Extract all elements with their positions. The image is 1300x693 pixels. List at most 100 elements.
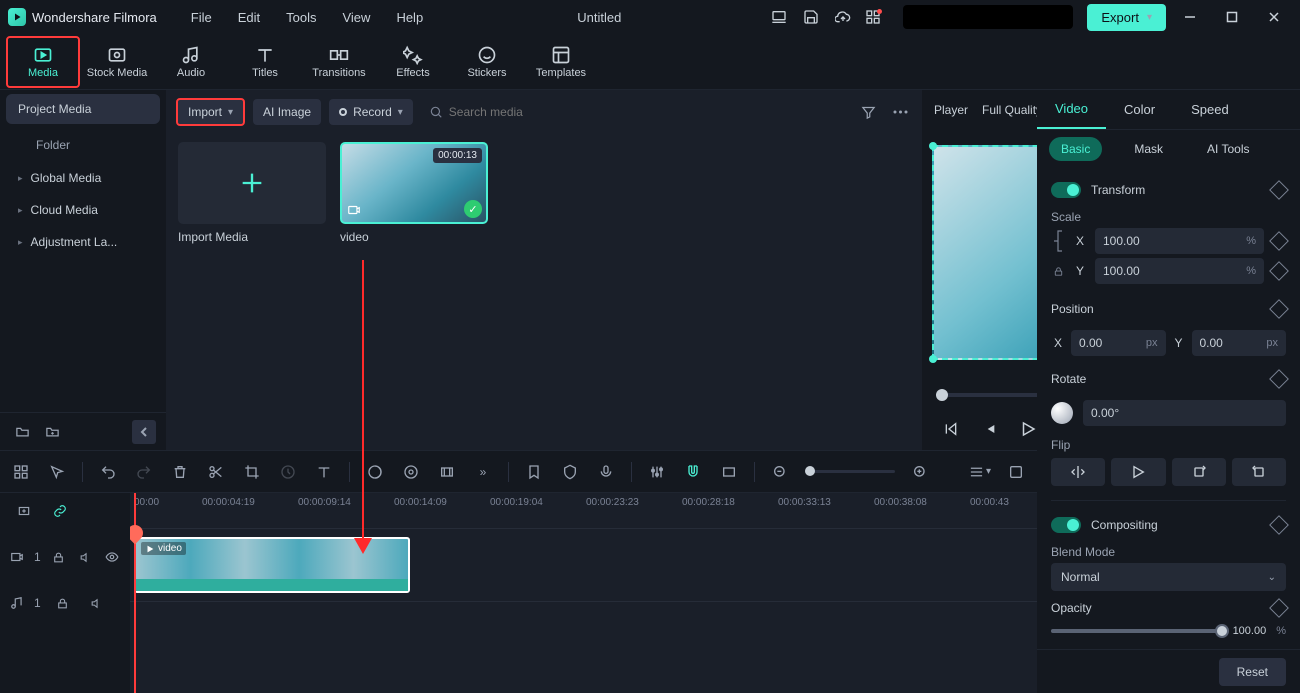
- magnet-icon[interactable]: [682, 461, 704, 483]
- playhead[interactable]: [134, 493, 136, 693]
- resize-handle[interactable]: [929, 142, 937, 150]
- track-lock-icon[interactable]: [51, 591, 75, 615]
- sub-tab-basic[interactable]: Basic: [1049, 137, 1102, 161]
- audio-lane[interactable]: [130, 601, 1037, 635]
- reset-button[interactable]: Reset: [1219, 658, 1286, 686]
- menu-help[interactable]: Help: [386, 6, 433, 29]
- tab-stock-media[interactable]: Stock Media: [80, 36, 154, 88]
- track-mute-icon[interactable]: [85, 591, 109, 615]
- new-folder-icon[interactable]: [10, 420, 34, 444]
- adjust-icon[interactable]: [436, 461, 458, 483]
- record-button[interactable]: Record▾: [329, 99, 413, 125]
- device-icon[interactable]: [765, 3, 793, 31]
- add-track-icon[interactable]: [12, 499, 36, 523]
- redo-icon[interactable]: [133, 461, 155, 483]
- cursor-icon[interactable]: [46, 461, 68, 483]
- grid-icon[interactable]: [10, 461, 32, 483]
- sidebar-adjustment-layer[interactable]: ▸Adjustment La...: [0, 226, 166, 258]
- mixer-icon[interactable]: [646, 461, 668, 483]
- window-close-button[interactable]: [1256, 1, 1292, 33]
- rotate-ccw-button[interactable]: [1232, 458, 1286, 486]
- zoom-in-icon[interactable]: [909, 461, 931, 483]
- timeline-tracks[interactable]: 00:00 00:00:04:19 00:00:09:14 00:00:14:0…: [130, 493, 1037, 693]
- search-field[interactable]: [421, 105, 848, 119]
- flip-vertical-button[interactable]: [1111, 458, 1165, 486]
- lock-icon[interactable]: [1051, 266, 1065, 277]
- sidebar-cloud-media[interactable]: ▸Cloud Media: [0, 194, 166, 226]
- sidebar-project-media[interactable]: Project Media: [6, 94, 160, 124]
- speed-icon[interactable]: [277, 461, 299, 483]
- menu-view[interactable]: View: [332, 6, 380, 29]
- tab-audio[interactable]: Audio: [154, 36, 228, 88]
- prev-frame-icon[interactable]: [981, 421, 997, 437]
- flip-horizontal-button[interactable]: [1051, 458, 1105, 486]
- opacity-slider[interactable]: [1051, 629, 1223, 633]
- keyframe-icon[interactable]: [1269, 369, 1289, 389]
- rotate-field[interactable]: 0.00°: [1083, 400, 1286, 426]
- zoom-slider[interactable]: [805, 470, 895, 473]
- split-icon[interactable]: [205, 461, 227, 483]
- seek-knob[interactable]: [936, 389, 948, 401]
- marker-icon[interactable]: [523, 461, 545, 483]
- compositing-toggle[interactable]: [1051, 517, 1081, 533]
- scale-x-field[interactable]: 100.00%: [1095, 228, 1264, 254]
- menu-edit[interactable]: Edit: [228, 6, 270, 29]
- more-icon[interactable]: [888, 100, 912, 124]
- position-x-field[interactable]: 0.00px: [1071, 330, 1166, 356]
- zoom-knob[interactable]: [805, 466, 815, 476]
- time-ruler[interactable]: 00:00 00:00:04:19 00:00:09:14 00:00:14:0…: [130, 493, 1037, 529]
- cloud-upload-icon[interactable]: [829, 3, 857, 31]
- prop-tab-speed[interactable]: Speed: [1173, 90, 1247, 129]
- sub-tab-mask[interactable]: Mask: [1122, 137, 1175, 161]
- window-maximize-button[interactable]: [1214, 1, 1250, 33]
- rotate-knob[interactable]: [1051, 402, 1073, 424]
- new-bin-icon[interactable]: [40, 420, 64, 444]
- export-button[interactable]: Export ▾: [1087, 4, 1166, 31]
- import-button[interactable]: Import▾: [176, 98, 245, 126]
- sidebar-global-media[interactable]: ▸Global Media: [0, 162, 166, 194]
- position-y-field[interactable]: 0.00px: [1192, 330, 1287, 356]
- shield-icon[interactable]: [559, 461, 581, 483]
- undo-icon[interactable]: [97, 461, 119, 483]
- play-icon[interactable]: [1019, 420, 1037, 438]
- scale-y-field[interactable]: 100.00%: [1095, 258, 1264, 284]
- tab-transitions[interactable]: Transitions: [302, 36, 376, 88]
- track-visibility-icon[interactable]: [104, 545, 120, 569]
- tab-titles[interactable]: Titles: [228, 36, 302, 88]
- track-lock-icon[interactable]: [51, 545, 67, 569]
- keyframe-icon[interactable]: [1269, 598, 1289, 618]
- ai-image-button[interactable]: AI Image: [253, 99, 321, 125]
- menu-tools[interactable]: Tools: [276, 6, 326, 29]
- sub-tab-ai-tools[interactable]: AI Tools: [1195, 137, 1261, 161]
- sidebar-folder[interactable]: Folder: [0, 128, 166, 162]
- color-wheel-icon[interactable]: [364, 461, 386, 483]
- tab-stickers[interactable]: Stickers: [450, 36, 524, 88]
- save-icon[interactable]: [797, 3, 825, 31]
- link-tracks-icon[interactable]: [48, 499, 72, 523]
- transform-toggle[interactable]: [1051, 182, 1081, 198]
- text-icon[interactable]: [313, 461, 335, 483]
- keyframe-icon[interactable]: [1269, 231, 1289, 251]
- blend-mode-dropdown[interactable]: Normal⌄: [1051, 563, 1286, 591]
- keyframe-icon[interactable]: [1269, 515, 1289, 535]
- collapse-sidebar-icon[interactable]: [132, 420, 156, 444]
- keyframe-icon[interactable]: [1269, 180, 1289, 200]
- tab-effects[interactable]: Effects: [376, 36, 450, 88]
- slider-knob[interactable]: [1215, 624, 1229, 638]
- track-mute-icon[interactable]: [77, 545, 93, 569]
- more-timeline-icon[interactable]: »: [472, 461, 494, 483]
- motion-icon[interactable]: [400, 461, 422, 483]
- snap-frame-icon[interactable]: [718, 461, 740, 483]
- keyframe-icon[interactable]: [1269, 299, 1289, 319]
- resize-handle[interactable]: [929, 355, 937, 363]
- mic-icon[interactable]: [595, 461, 617, 483]
- filter-icon[interactable]: [856, 100, 880, 124]
- tab-media[interactable]: Media: [6, 36, 80, 88]
- import-media-card[interactable]: Import Media: [178, 142, 326, 442]
- track-display-icon[interactable]: ▾: [969, 461, 991, 483]
- apps-icon[interactable]: [861, 3, 889, 31]
- menu-file[interactable]: File: [181, 6, 222, 29]
- video-clip-thumb[interactable]: 00:00:13 ✓: [340, 142, 488, 224]
- window-minimize-button[interactable]: [1172, 1, 1208, 33]
- timeline-settings-icon[interactable]: [1005, 461, 1027, 483]
